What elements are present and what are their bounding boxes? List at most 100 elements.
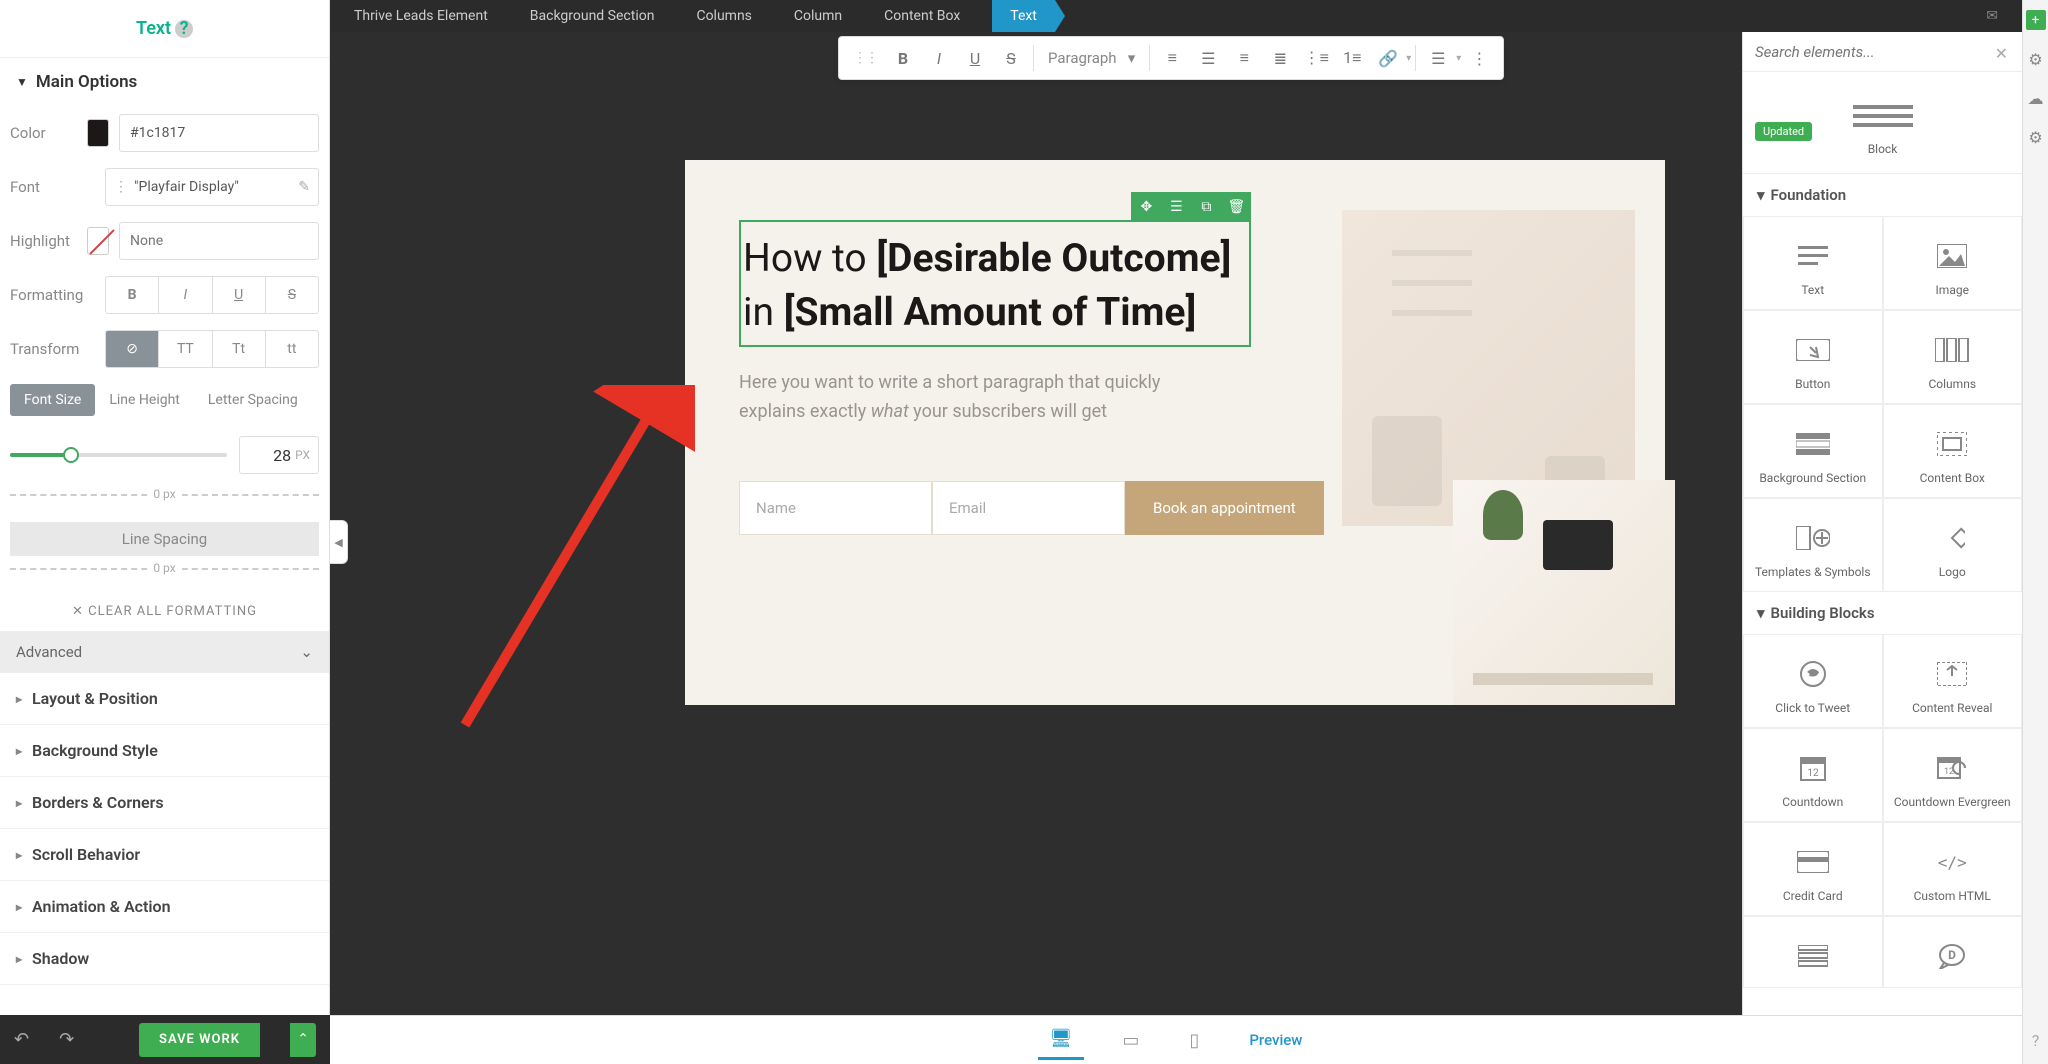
elem-image[interactable]: Image — [1883, 216, 2023, 310]
save-element-icon[interactable]: ☰ — [1161, 192, 1191, 222]
font-input[interactable]: ⋮"Playfair Display"✎ — [105, 168, 319, 206]
elem-button[interactable]: Button — [1743, 310, 1883, 404]
accordion-animation[interactable]: ▸Animation & Action — [0, 881, 329, 933]
align-left-icon[interactable]: ≡ — [1154, 40, 1190, 76]
main-options-header[interactable]: ▼Main Options — [0, 58, 329, 106]
elem-bg-section[interactable]: Background Section — [1743, 404, 1883, 498]
selected-text-element[interactable]: ✥ ☰ ⧉ 🗑 How to [Desirable Outcome]in [Sm… — [739, 220, 1251, 347]
help-icon[interactable]: ? — [175, 20, 193, 38]
tab-letter-spacing[interactable]: Letter Spacing — [194, 384, 312, 416]
transform-capitalize-button[interactable]: Tt — [212, 330, 265, 368]
desktop-view-icon[interactable]: 🖥 — [1038, 1020, 1085, 1060]
crumb-columns[interactable]: Columns — [686, 8, 761, 24]
font-size-input[interactable]: 28PX — [239, 436, 319, 474]
add-element-icon[interactable]: + — [2026, 10, 2046, 30]
accordion-borders[interactable]: ▸Borders & Corners — [0, 777, 329, 829]
name-input[interactable] — [739, 481, 932, 535]
editor-canvas[interactable]: ✥ ☰ ⧉ 🗑 How to [Desirable Outcome]in [Sm… — [685, 160, 1665, 705]
crumb-bg-section[interactable]: Background Section — [520, 8, 665, 24]
elem-countdown[interactable]: 12Countdown — [1743, 728, 1883, 822]
strike-button[interactable]: S — [265, 276, 319, 314]
grip-icon[interactable]: ⋮⋮ — [845, 50, 885, 66]
description-text[interactable]: Here you want to write a short paragraph… — [739, 369, 1189, 427]
tab-font-size[interactable]: Font Size — [10, 384, 95, 416]
accordion-layout[interactable]: ▸Layout & Position — [0, 673, 329, 725]
elem-countdown-evergreen[interactable]: 12Countdown Evergreen — [1883, 728, 2023, 822]
crumb-column[interactable]: Column — [784, 8, 852, 24]
tablet-view-icon[interactable]: ▭ — [1110, 1022, 1151, 1059]
elem-columns[interactable]: Columns — [1883, 310, 2023, 404]
transform-upper-button[interactable]: TT — [158, 330, 211, 368]
bold-button[interactable]: B — [105, 276, 158, 314]
elem-text[interactable]: Text — [1743, 216, 1883, 310]
color-input[interactable] — [119, 114, 319, 152]
elem-credit-card[interactable]: Credit Card — [1743, 822, 1883, 916]
save-work-button[interactable]: SAVE WORK — [139, 1023, 260, 1057]
advanced-toggle[interactable]: Advanced⌄ — [0, 631, 329, 673]
elem-custom-html[interactable]: </>Custom HTML — [1883, 822, 2023, 916]
accordion-background[interactable]: ▸Background Style — [0, 725, 329, 777]
duplicate-icon[interactable]: ⧉ — [1191, 192, 1221, 222]
clear-formatting-button[interactable]: ✕ CLEAR ALL FORMATTING — [0, 592, 329, 631]
help-strip-icon[interactable]: ? — [2032, 1031, 2040, 1050]
underline-button[interactable]: U — [212, 276, 265, 314]
heading-text[interactable]: How to [Desirable Outcome]in [Small Amou… — [743, 230, 1231, 337]
link-icon[interactable]: 🔗 — [1370, 40, 1406, 76]
highlight-input[interactable] — [119, 222, 319, 260]
crumb-thrive[interactable]: Thrive Leads Element — [344, 8, 498, 24]
elem-templates[interactable]: Templates & Symbols — [1743, 498, 1883, 592]
foundation-header[interactable]: ▾Foundation — [1743, 174, 2022, 216]
undo-icon[interactable]: ↶ — [14, 1029, 29, 1050]
paragraph-dropdown[interactable]: Paragraph ▾ — [1038, 49, 1145, 67]
database-icon[interactable]: ☰ — [1420, 40, 1456, 76]
crumb-text[interactable]: Text — [992, 0, 1055, 32]
mobile-view-icon[interactable]: ▯ — [1177, 1022, 1211, 1059]
redo-icon[interactable]: ↷ — [59, 1029, 74, 1050]
elem-content-box[interactable]: Content Box — [1883, 404, 2023, 498]
italic-button[interactable]: I — [158, 276, 211, 314]
search-elements-input[interactable] — [1755, 43, 2010, 61]
pencil-icon[interactable]: ✎ — [298, 179, 310, 195]
accordion-shadow[interactable]: ▸Shadow — [0, 933, 329, 985]
save-dropdown-button[interactable]: ⌃ — [290, 1023, 316, 1057]
align-center-icon[interactable]: ☰ — [1190, 40, 1226, 76]
tab-line-height[interactable]: Line Height — [95, 384, 194, 416]
line-spacing-row[interactable]: Line Spacing — [10, 522, 319, 556]
tb-italic-button[interactable]: I — [921, 40, 957, 76]
highlight-swatch[interactable] — [87, 227, 109, 255]
move-icon[interactable]: ✥ — [1131, 192, 1161, 222]
list-ul-icon[interactable]: ⋮≡ — [1298, 40, 1334, 76]
close-search-icon[interactable]: ✕ — [1995, 44, 2008, 63]
align-justify-icon[interactable]: ≣ — [1262, 40, 1298, 76]
preview-button[interactable]: Preview — [1237, 1023, 1314, 1057]
delete-icon[interactable]: 🗑 — [1221, 192, 1251, 222]
countdown-icon: 12 — [1752, 749, 1874, 787]
elem-more-1[interactable] — [1743, 916, 1883, 988]
elem-click-tweet[interactable]: Click to Tweet — [1743, 634, 1883, 728]
elem-content-reveal[interactable]: Content Reveal — [1883, 634, 2023, 728]
collapse-panel-button[interactable]: ◀ — [330, 520, 348, 564]
gear-strip-icon[interactable]: ⚙ — [2028, 128, 2042, 147]
tb-bold-button[interactable]: B — [885, 40, 921, 76]
align-right-icon[interactable]: ≡ — [1226, 40, 1262, 76]
font-size-slider[interactable] — [10, 453, 227, 457]
cta-button[interactable]: Book an appointment — [1125, 481, 1324, 535]
tb-strike-button[interactable]: S — [993, 40, 1029, 76]
cloud-strip-icon[interactable]: ☁ — [2028, 89, 2044, 108]
elem-logo[interactable]: Logo — [1883, 498, 2023, 592]
crumb-content-box[interactable]: Content Box — [874, 8, 970, 24]
more-icon[interactable]: ⋮ — [1461, 40, 1497, 76]
building-blocks-header[interactable]: ▾Building Blocks — [1743, 592, 2022, 634]
email-input[interactable] — [932, 481, 1125, 535]
transform-lower-button[interactable]: tt — [265, 330, 319, 368]
elem-more-2[interactable]: D — [1883, 916, 2023, 988]
settings-strip-icon[interactable]: ⚙ — [2028, 50, 2042, 69]
image-icon — [1892, 237, 2014, 275]
transform-none-button[interactable]: ⊘ — [105, 330, 158, 368]
color-swatch[interactable] — [87, 119, 109, 147]
mail-icon[interactable]: ✉ — [1976, 8, 2008, 24]
block-element[interactable]: Block — [1743, 72, 2022, 168]
list-ol-icon[interactable]: 1≡ — [1334, 40, 1370, 76]
accordion-scroll[interactable]: ▸Scroll Behavior — [0, 829, 329, 881]
tb-underline-button[interactable]: U — [957, 40, 993, 76]
